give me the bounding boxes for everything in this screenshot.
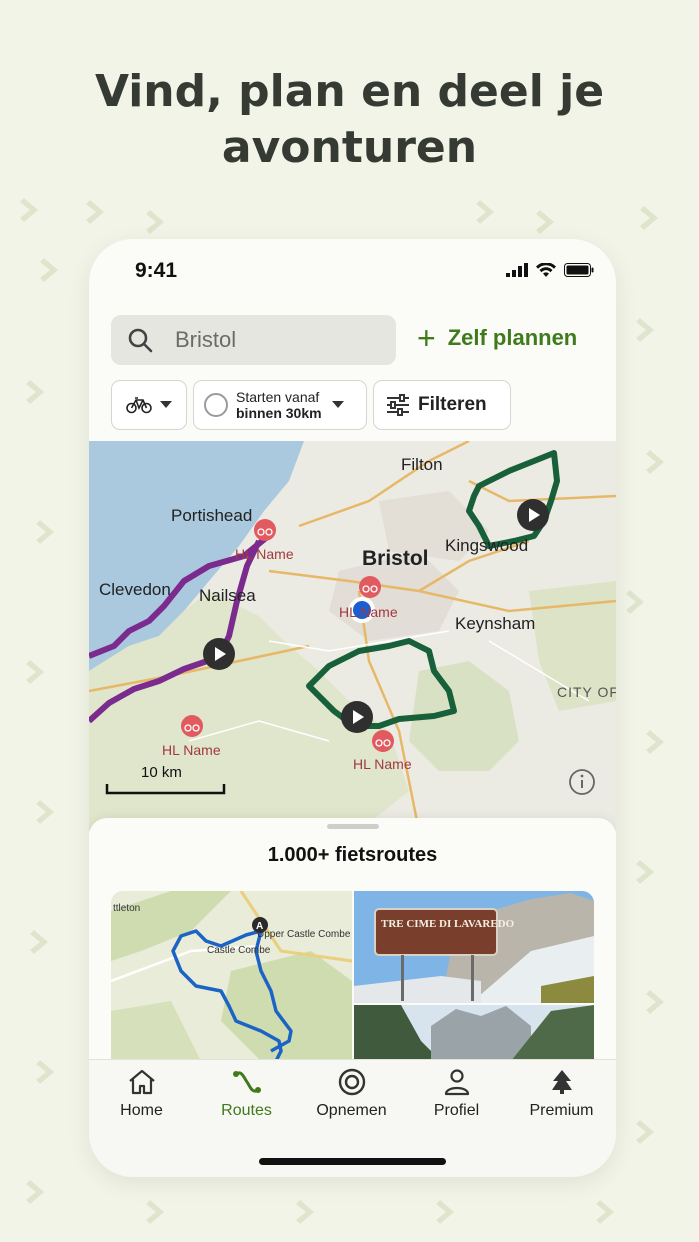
poi-pin-icon[interactable] <box>254 519 276 541</box>
scale-label: 10 km <box>141 764 182 781</box>
search-value: Bristol <box>175 327 237 352</box>
profile-icon <box>444 1069 469 1096</box>
poi-label: HL Name <box>353 756 412 772</box>
tab-profile[interactable]: Profiel <box>404 1068 509 1120</box>
home-indicator <box>259 1158 446 1165</box>
place-label: Filton <box>401 455 443 474</box>
card-map-label: Upper Castle Combe <box>257 929 351 940</box>
sheet-grab-handle[interactable] <box>327 824 379 829</box>
search-field[interactable]: Bristol <box>111 315 396 365</box>
tab-label: Premium <box>529 1102 594 1119</box>
plan-yourself-button[interactable]: + Zelf plannen <box>417 320 578 356</box>
tab-label: Home <box>120 1102 163 1119</box>
routes-icon <box>232 1071 261 1093</box>
chevron-down-icon <box>160 401 172 408</box>
card-map-label: ttleton <box>113 903 140 914</box>
tab-bar: Home Routes Opnemen Profiel Premium <box>89 1059 616 1177</box>
chevron-down-icon <box>331 401 344 408</box>
results-title: 1.000+ fietsroutes <box>267 844 438 866</box>
battery-icon <box>564 263 594 277</box>
start-from-dropdown[interactable]: Starten vanaf binnen 30km <box>193 380 367 430</box>
poi-pin-icon[interactable] <box>181 715 203 737</box>
route-map[interactable]: Filton Portishead Bristol Kingswood Clev… <box>89 441 616 831</box>
place-label: Clevedon <box>99 580 171 599</box>
poi-label: HL Name <box>162 742 221 758</box>
start-line-1: Starten vanaf <box>236 389 320 405</box>
plan-label: Zelf plannen <box>447 325 578 350</box>
place-label: Bristol <box>362 547 429 570</box>
plus-icon: + <box>417 320 436 356</box>
start-line-2: binnen 30km <box>236 405 322 421</box>
tab-label: Profiel <box>433 1102 480 1119</box>
tab-premium[interactable]: Premium <box>509 1068 614 1120</box>
signal-icon <box>506 263 528 277</box>
filter-label: Filteren <box>418 394 487 415</box>
home-icon <box>128 1069 155 1095</box>
results-sheet: 1.000+ fietsroutes A ttleton Upper Castl… <box>89 818 616 1078</box>
card-map-label: Castle Combe <box>207 945 271 956</box>
sliders-icon <box>387 394 409 416</box>
search-icon <box>128 328 153 353</box>
status-time: 9:41 <box>135 259 178 282</box>
bike-icon <box>126 397 152 414</box>
poi-pin-icon[interactable] <box>372 730 394 752</box>
poi-label: HL Name <box>235 546 294 562</box>
headline-line-1: Vind, plan en deel je <box>94 66 605 117</box>
phone-screen: 9:41 Bristol + Zelf plannen Starten vana… <box>89 239 616 1177</box>
tab-label: Routes <box>221 1102 272 1119</box>
place-label: Kingswood <box>445 536 528 555</box>
filter-button[interactable]: Filteren <box>373 380 511 430</box>
tab-record[interactable]: Opnemen <box>299 1068 404 1120</box>
wifi-icon <box>536 263 556 277</box>
route-card[interactable]: A ttleton Upper Castle Combe Castle Comb… <box>111 891 594 1061</box>
sign-text: TRE CIME DI LAVAREDO <box>381 918 515 930</box>
poi-label: HL Name <box>339 604 398 620</box>
poi-pin-icon[interactable] <box>359 576 381 598</box>
activity-dropdown[interactable] <box>111 380 187 430</box>
map-canvas[interactable]: Filton Portishead Bristol Kingswood Clev… <box>89 441 616 831</box>
place-label: Portishead <box>171 506 252 525</box>
tab-label: Opnemen <box>316 1102 387 1119</box>
tab-routes[interactable]: Routes <box>194 1068 299 1120</box>
status-bar: 9:41 <box>89 239 616 305</box>
record-icon <box>338 1068 365 1096</box>
headline-line-2: avonturen <box>221 122 478 173</box>
location-circle-icon <box>204 393 228 417</box>
premium-icon <box>551 1070 572 1094</box>
headline: Vind, plan en deel je avonturen <box>0 64 699 176</box>
place-label: CITY OF <box>557 684 616 700</box>
place-label: Keynsham <box>455 614 535 633</box>
place-label: Nailsea <box>199 586 256 605</box>
tab-home[interactable]: Home <box>89 1068 194 1120</box>
